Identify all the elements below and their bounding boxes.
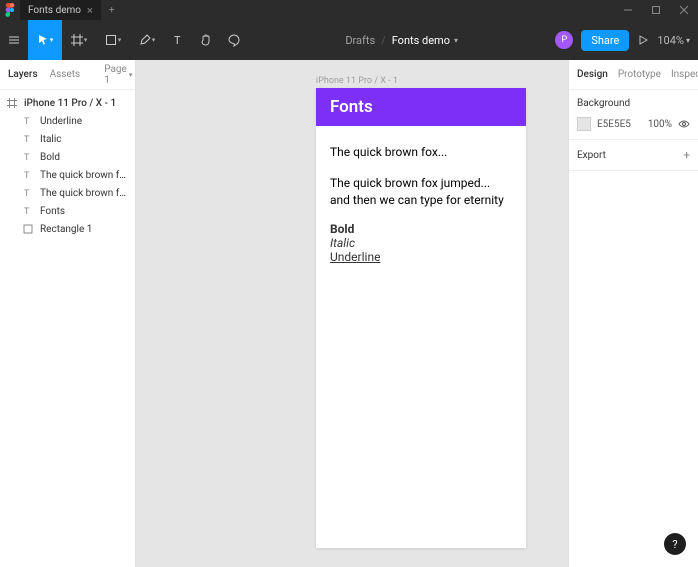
text-icon: T <box>22 206 34 216</box>
text-icon: T <box>22 134 34 144</box>
frame-tool[interactable]: ▾ <box>62 20 96 60</box>
export-label: Export <box>577 150 606 161</box>
shape-tool[interactable]: ▾ <box>96 20 130 60</box>
chevron-down-icon: ▾ <box>454 36 458 45</box>
frame-label[interactable]: iPhone 11 Pro / X - 1 <box>316 76 398 86</box>
pen-tool[interactable]: ▾ <box>130 20 164 60</box>
canvas-text-2[interactable]: The quick brown fox jumped... and then w… <box>330 175 512 209</box>
breadcrumb-file[interactable]: Fonts demo ▾ <box>392 34 458 47</box>
layer-item[interactable]: T The quick brown fox jumped...... <box>0 166 135 184</box>
text-tool[interactable]: T <box>164 20 192 60</box>
layer-name: iPhone 11 Pro / X - 1 <box>24 98 129 109</box>
layer-name: Italic <box>40 134 129 145</box>
svg-text:T: T <box>24 207 30 216</box>
chevron-down-icon: ▾ <box>118 36 122 44</box>
layer-name: Fonts <box>40 206 129 217</box>
text-icon: T <box>22 188 34 198</box>
layer-item[interactable]: T The quick brown fox... <box>0 184 135 202</box>
header-rectangle[interactable]: Fonts <box>316 88 526 126</box>
canvas[interactable]: iPhone 11 Pro / X - 1 Fonts The quick br… <box>136 60 568 567</box>
text-icon: T <box>22 152 34 162</box>
layer-item[interactable]: Rectangle 1 <box>0 220 135 238</box>
window-close-button[interactable] <box>670 0 698 20</box>
tab-prototype[interactable]: Prototype <box>618 69 661 80</box>
svg-text:T: T <box>24 153 30 162</box>
share-button[interactable]: Share <box>581 30 629 51</box>
tab-inspect[interactable]: Inspect <box>671 69 698 80</box>
file-tab[interactable]: Fonts demo × <box>20 0 101 20</box>
svg-text:T: T <box>24 135 30 144</box>
header-text[interactable]: Fonts <box>330 97 373 117</box>
breadcrumb: Drafts / Fonts demo ▾ <box>248 34 555 47</box>
present-button[interactable] <box>637 34 649 46</box>
chevron-down-icon: ▾ <box>84 36 88 44</box>
svg-text:T: T <box>24 189 30 198</box>
page-dropdown[interactable]: Page 1 ▾ <box>104 64 132 86</box>
color-swatch[interactable] <box>577 117 591 131</box>
tab-assets[interactable]: Assets <box>50 69 81 80</box>
zoom-dropdown[interactable]: 104% ▾ <box>657 34 690 47</box>
canvas-text-italic[interactable]: Italic <box>330 236 512 250</box>
add-tab-button[interactable]: + <box>101 5 123 16</box>
close-tab-icon[interactable]: × <box>87 4 93 17</box>
canvas-text-1[interactable]: The quick brown fox... <box>330 144 512 161</box>
figma-logo[interactable] <box>0 0 20 20</box>
text-icon: T <box>22 170 34 180</box>
tab-layers[interactable]: Layers <box>8 69 38 80</box>
move-tool[interactable]: ▾ <box>28 20 62 60</box>
layer-frame[interactable]: iPhone 11 Pro / X - 1 <box>0 94 135 112</box>
canvas-text-underline[interactable]: Underline <box>330 250 512 264</box>
comment-tool[interactable] <box>220 20 248 60</box>
layer-item[interactable]: T Fonts <box>0 202 135 220</box>
layer-name: Bold <box>40 152 129 163</box>
color-hex[interactable]: E5E5E5 <box>597 119 642 130</box>
layer-name: The quick brown fox jumped...... <box>40 170 129 181</box>
canvas-text-bold[interactable]: Bold <box>330 222 512 236</box>
layer-item[interactable]: T Bold <box>0 148 135 166</box>
add-export-button[interactable]: + <box>683 148 690 162</box>
chevron-down-icon: ▾ <box>152 36 156 44</box>
window-minimize-button[interactable] <box>614 0 642 20</box>
rectangle-icon <box>22 224 34 234</box>
window-maximize-button[interactable] <box>642 0 670 20</box>
file-tab-label: Fonts demo <box>28 5 81 16</box>
layers-panel: Layers Assets Page 1 ▾ iPhone 11 Pro / X… <box>0 60 136 567</box>
svg-text:T: T <box>24 171 30 180</box>
layer-item[interactable]: T Italic <box>0 130 135 148</box>
background-label: Background <box>577 98 690 109</box>
layer-name: Rectangle 1 <box>40 224 129 235</box>
layer-name: The quick brown fox... <box>40 188 129 199</box>
color-opacity[interactable]: 100% <box>648 119 672 130</box>
main-menu-button[interactable] <box>0 20 28 60</box>
hand-tool[interactable] <box>192 20 220 60</box>
svg-text:T: T <box>174 34 181 46</box>
avatar[interactable]: P <box>555 31 573 49</box>
text-icon: T <box>22 116 34 126</box>
layer-item[interactable]: T Underline <box>0 112 135 130</box>
frame-icon <box>6 98 18 108</box>
visibility-icon[interactable] <box>678 118 690 130</box>
chevron-down-icon: ▾ <box>129 71 133 79</box>
breadcrumb-root[interactable]: Drafts <box>345 34 375 47</box>
svg-text:T: T <box>24 117 30 126</box>
artboard[interactable]: Fonts The quick brown fox... The quick b… <box>316 88 526 548</box>
chevron-down-icon: ▾ <box>50 36 54 44</box>
layer-name: Underline <box>40 116 129 127</box>
inspector-panel: Design Prototype Inspect Background E5E5… <box>568 60 698 567</box>
help-button[interactable]: ? <box>664 533 686 555</box>
chevron-down-icon: ▾ <box>686 36 690 45</box>
tab-design[interactable]: Design <box>577 69 608 80</box>
